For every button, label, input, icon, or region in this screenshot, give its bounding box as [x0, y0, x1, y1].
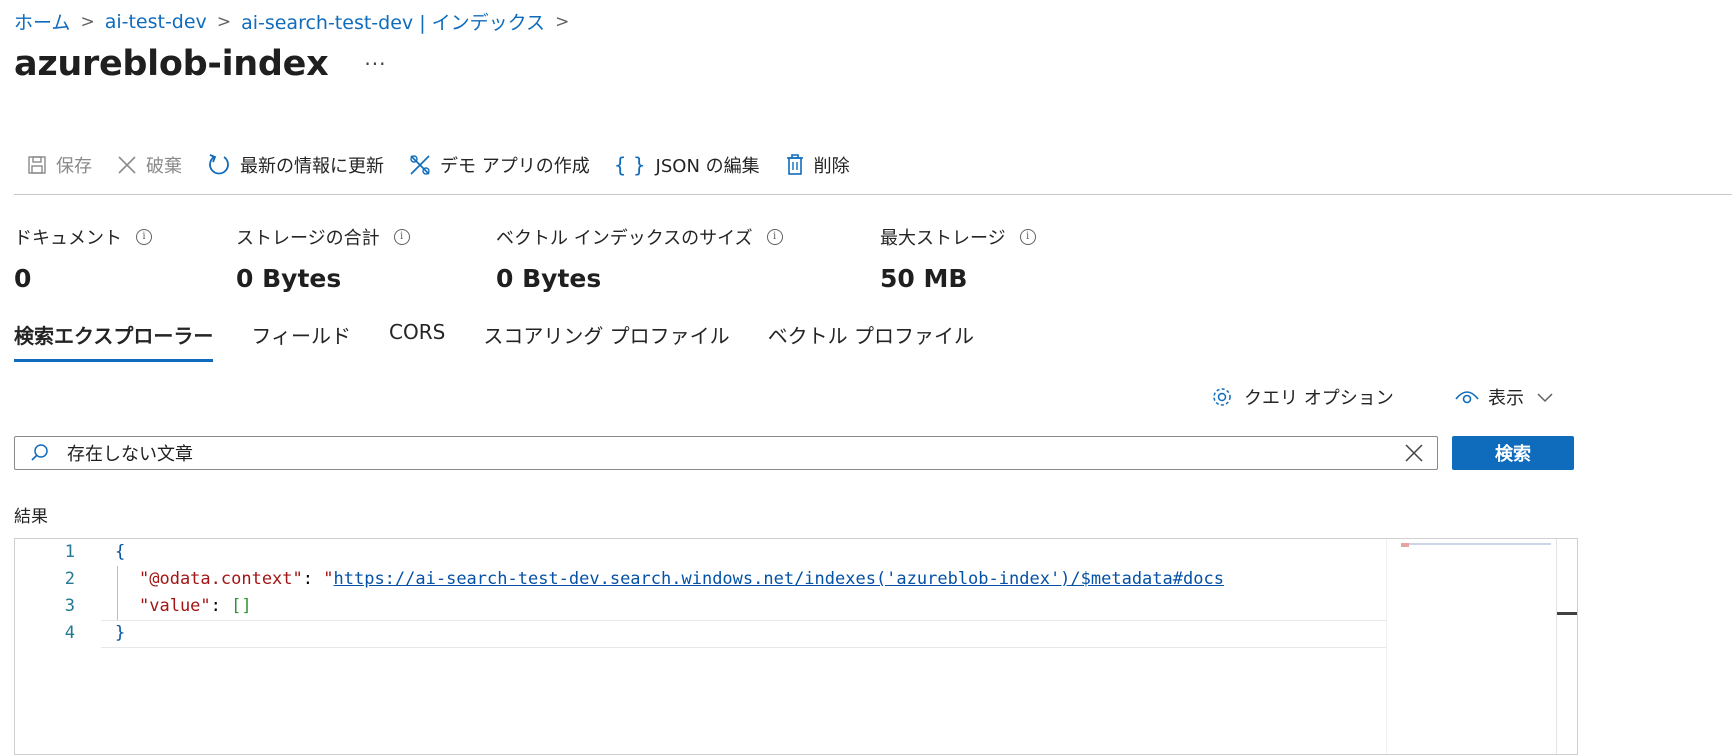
line-number: 1	[64, 542, 75, 562]
page-title: azureblob-index	[14, 44, 329, 84]
current-line-highlight	[101, 620, 1405, 648]
stat-label: 最大ストレージ	[880, 228, 1006, 249]
chevron-right-icon: >	[80, 11, 95, 32]
eye-icon	[1455, 391, 1479, 404]
json-array: []	[231, 596, 252, 616]
clear-icon[interactable]	[1403, 442, 1425, 464]
json-key: "@odata.context"	[139, 569, 303, 589]
results-label: 結果	[14, 507, 48, 527]
close-icon	[118, 156, 136, 174]
refresh-icon	[209, 154, 229, 175]
json-separator: :	[210, 596, 232, 616]
refresh-button[interactable]: 最新の情報に更新	[206, 152, 384, 178]
stat-value: 50 MB	[880, 264, 968, 293]
delete-button[interactable]: 削除	[784, 152, 850, 178]
delete-label: 削除	[813, 156, 850, 177]
json-separator: :	[302, 569, 324, 589]
line-number: 3	[64, 596, 75, 616]
toolbar-divider	[14, 194, 1732, 195]
tab-scoring-profiles[interactable]: スコアリング プロファイル	[483, 320, 729, 362]
chevron-down-icon	[1537, 393, 1553, 403]
stat-value: 0 Bytes	[496, 264, 602, 293]
braces-icon: { }	[613, 153, 646, 177]
stat-label: ストレージの合計	[236, 228, 380, 249]
open-brace: {	[115, 542, 126, 562]
code-line: 2 "@odata.context": "https://ai-search-t…	[15, 566, 1224, 593]
json-key: "value"	[139, 596, 211, 616]
breadcrumb-search-service[interactable]: ai-search-test-dev | インデックス	[241, 8, 545, 35]
chevron-right-icon: >	[216, 11, 232, 32]
search-button[interactable]: 検索	[1452, 436, 1574, 470]
minimap-marker	[1401, 543, 1409, 547]
stat-vector-index-size: ベクトル インデックスのサイズ i 0 Bytes	[496, 224, 783, 293]
query-options-button[interactable]: クエリ オプション	[1210, 384, 1394, 410]
minimap-line	[1401, 543, 1551, 545]
code-line: 1 {	[15, 539, 126, 566]
trash-icon	[786, 154, 803, 175]
tab-search-explorer[interactable]: 検索エクスプローラー	[14, 320, 214, 362]
indent-guide	[117, 566, 118, 620]
stat-documents: ドキュメント i 0	[14, 224, 152, 293]
stat-value: 0 Bytes	[236, 264, 342, 293]
close-brace: }	[115, 623, 126, 643]
stat-label: ドキュメント	[14, 228, 122, 249]
discard-label: 破棄	[146, 156, 182, 177]
tab-fields[interactable]: フィールド	[251, 320, 351, 362]
info-icon[interactable]: i	[1019, 229, 1036, 245]
info-icon[interactable]: i	[393, 229, 410, 245]
edit-json-label: JSON の編集	[655, 156, 760, 177]
tab-bar: 検索エクスプローラー フィールド CORS スコアリング プロファイル ベクトル…	[14, 320, 1012, 362]
gear-icon	[1213, 388, 1231, 406]
demo-app-label: デモ アプリの作成	[440, 156, 590, 177]
edit-json-button[interactable]: { } JSON の編集	[614, 152, 760, 178]
search-box	[14, 436, 1438, 470]
tab-vector-profiles[interactable]: ベクトル プロファイル	[768, 320, 974, 362]
command-bar: 保存 破棄 最新の情報に更新 デモ アプリの作成 { } JSON の編集 削除	[26, 152, 874, 178]
more-options-icon[interactable]: ···	[364, 52, 386, 76]
breadcrumb: ホーム > ai-test-dev > ai-search-test-dev |…	[14, 8, 569, 35]
breadcrumb-resource-group[interactable]: ai-test-dev	[105, 11, 207, 33]
info-icon[interactable]: i	[766, 229, 783, 245]
stat-total-storage: ストレージの合計 i 0 Bytes	[236, 224, 410, 293]
view-label: 表示	[1488, 388, 1524, 409]
discard-button[interactable]: 破棄	[116, 152, 182, 178]
chevron-right-icon: >	[555, 11, 570, 32]
stat-value: 0	[14, 264, 32, 293]
stat-label: ベクトル インデックスのサイズ	[496, 228, 753, 249]
json-quote: "	[323, 569, 334, 589]
save-label: 保存	[56, 156, 92, 177]
breadcrumb-home[interactable]: ホーム	[14, 8, 70, 35]
info-icon[interactable]: i	[136, 229, 152, 245]
save-button[interactable]: 保存	[26, 152, 92, 178]
line-number: 4	[64, 623, 75, 643]
search-icon	[31, 444, 48, 461]
odata-context-link[interactable]: https://ai-search-test-dev.search.window…	[334, 569, 1224, 589]
tools-icon	[410, 155, 430, 175]
query-options-label: クエリ オプション	[1244, 388, 1394, 409]
stat-max-storage: 最大ストレージ i 50 MB	[880, 224, 1036, 293]
refresh-label: 最新の情報に更新	[240, 156, 384, 177]
create-demo-app-button[interactable]: デモ アプリの作成	[408, 152, 590, 178]
vertical-scrollbar[interactable]	[1556, 539, 1577, 754]
scroll-position-marker	[1557, 612, 1577, 615]
results-code-editor[interactable]: 1 { 2 "@odata.context": "https://ai-sear…	[14, 538, 1578, 755]
code-line: 4 }	[15, 620, 126, 647]
view-dropdown[interactable]: 表示	[1454, 384, 1554, 410]
title-row: azureblob-index ···	[14, 44, 386, 84]
code-line: 3 "value": []	[15, 593, 252, 620]
tab-cors[interactable]: CORS	[389, 320, 445, 362]
save-icon	[28, 156, 46, 174]
minimap[interactable]	[1386, 539, 1557, 754]
search-input[interactable]	[65, 441, 1403, 465]
line-number: 2	[64, 569, 75, 589]
